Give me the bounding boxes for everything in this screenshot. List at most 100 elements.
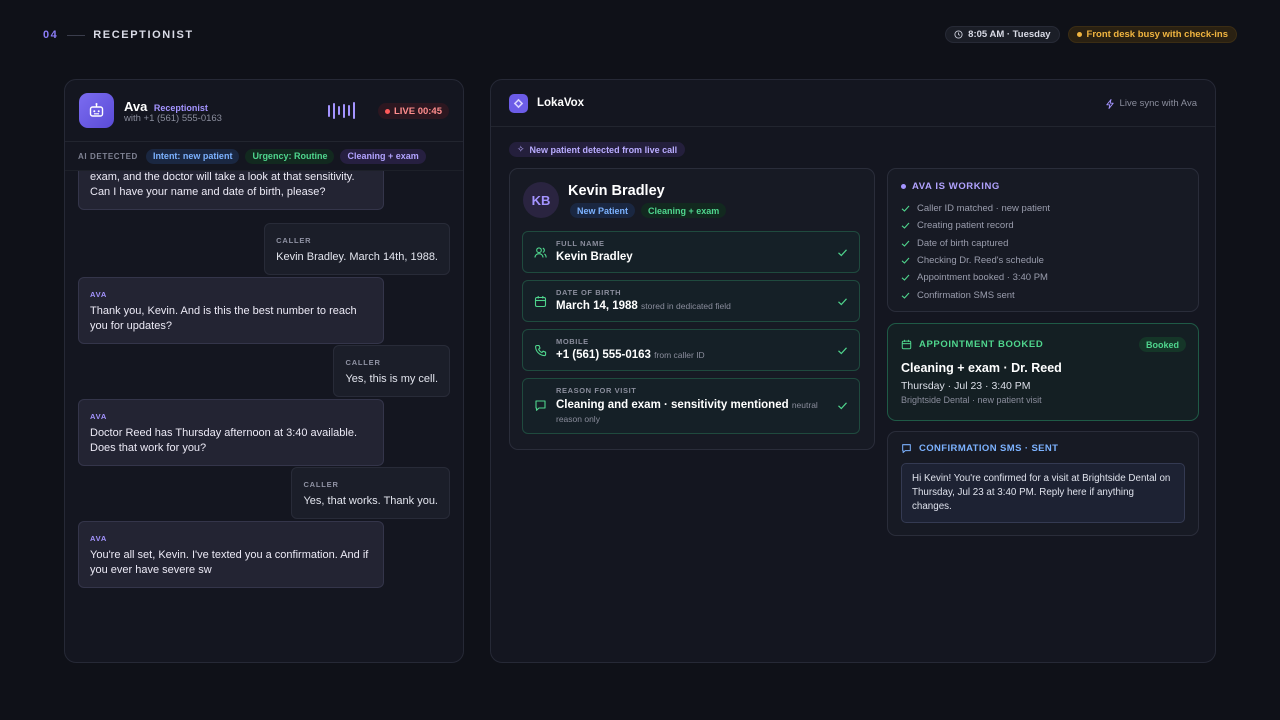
message-bubble-ava: AVA Doctor Reed has Thursday afternoon a… [78, 399, 384, 466]
call-transcript[interactable]: exam, and the doctor will take a look at… [65, 171, 463, 662]
sparkle-icon: ✧ [517, 144, 525, 154]
confirmation-sms-card: CONFIRMATION SMS · SENT Hi Kevin! You're… [887, 431, 1199, 536]
working-step: Confirmation SMS sent [901, 286, 1050, 303]
speaker-label: CALLER [276, 236, 312, 245]
working-title: AVA IS WORKING [901, 181, 1000, 192]
lokavox-logo-icon [509, 94, 528, 113]
caller-number: with +1 (561) 555-0163 [124, 113, 222, 124]
mobile-field[interactable]: MOBILE +1 (561) 555-0163 from caller ID [522, 329, 860, 371]
step-text: Checking Dr. Reed's schedule [917, 255, 1044, 267]
field-label: FULL NAME [556, 239, 605, 248]
step-text: Caller ID matched · new patient [917, 203, 1051, 215]
field-label: DATE OF BIRTH [556, 288, 622, 297]
message-text: Yes, that works. Thank you. [303, 495, 438, 507]
sms-title-text: CONFIRMATION SMS · SENT [919, 443, 1059, 454]
front-desk-status-label: Front desk busy with check-ins [1086, 29, 1228, 40]
reason-for-visit-field[interactable]: REASON FOR VISIT Cleaning and exam · sen… [522, 378, 860, 434]
patient-avatar: KB [523, 182, 559, 218]
mobile-value: +1 (561) 555-0163 [556, 349, 651, 361]
step-number: 04 [43, 29, 59, 41]
status-chips: 8:05 AM · Tuesday Front desk busy with c… [945, 26, 1237, 43]
step-text: Confirmation SMS sent [917, 289, 1015, 301]
new-patient-banner: ✧ New patient detected from live call [509, 142, 686, 157]
working-steps: Caller ID matched · new patient Creating… [901, 200, 1050, 304]
working-step: Creating patient record [901, 217, 1050, 234]
speaker-label: AVA [90, 290, 108, 299]
working-step: Appointment booked · 3:40 PM [901, 269, 1050, 286]
field-value: March 14, 1988 stored in dedicated field [556, 300, 731, 312]
new-patient-tag: New Patient [570, 203, 636, 218]
step-text: Creating patient record [917, 220, 1014, 232]
agent-name: Ava [124, 99, 148, 114]
live-dot-icon [384, 108, 390, 114]
message-bubble-ava: AVA You're all set, Kevin. I've texted y… [78, 521, 384, 588]
patient-name: Kevin Bradley [568, 183, 665, 199]
message-icon [535, 400, 546, 411]
visit-type-tag: Cleaning + exam [641, 203, 727, 218]
field-label: REASON FOR VISIT [556, 386, 637, 395]
full-name-value: Kevin Bradley [556, 251, 633, 263]
appointment-time: Thursday · Jul 23 · 3:40 PM [901, 380, 1031, 392]
working-step: Caller ID matched · new patient [901, 200, 1050, 217]
ai-detected-row: AI DETECTED Intent: new patient Urgency:… [65, 141, 463, 171]
speaker-label: AVA [90, 412, 108, 421]
check-icon [838, 402, 847, 410]
message-text: Yes, this is my cell. [345, 373, 438, 385]
audio-waveform-icon [328, 102, 355, 119]
live-call-badge: LIVE 00:45 [377, 103, 449, 119]
header-divider [67, 34, 86, 36]
dob-value: March 14, 1988 [556, 300, 638, 312]
reason-value: Cleaning and exam · sensitivity mentione… [556, 399, 789, 411]
check-icon [901, 223, 910, 230]
call-header: Ava Receptionist with +1 (561) 555-0163 … [79, 93, 449, 129]
appointment-card[interactable]: APPOINTMENT BOOKED Booked Cleaning + exa… [887, 323, 1199, 421]
live-sync-indicator: Live sync with Ava [1105, 98, 1197, 109]
status-dot-icon [1076, 32, 1082, 37]
field-label: MOBILE [556, 337, 589, 346]
call-panel: Ava Receptionist with +1 (561) 555-0163 … [64, 79, 464, 663]
step-title: RECEPTIONIST [93, 29, 194, 41]
app-name: LokaVox [537, 97, 585, 109]
check-icon [838, 298, 847, 306]
appointment-service: Cleaning + exam · Dr. Reed [901, 361, 1062, 375]
check-icon [838, 249, 847, 257]
speaker-label: CALLER [345, 358, 381, 367]
check-icon [901, 257, 910, 264]
appointment-title-text: APPOINTMENT BOOKED [919, 339, 1044, 350]
field-value: Kevin Bradley [556, 251, 633, 263]
chat-icon [902, 444, 911, 454]
ai-detected-label: AI DETECTED [78, 151, 138, 161]
field-value: Cleaning and exam · sensitivity mentione… [556, 398, 821, 426]
patient-record-card: KB Kevin Bradley New Patient Cleaning + … [509, 168, 875, 450]
ava-working-card: AVA IS WORKING Caller ID matched · new p… [887, 168, 1199, 312]
status-dot-icon [901, 184, 906, 189]
front-desk-status-chip: Front desk busy with check-ins [1067, 26, 1237, 43]
message-bubble-caller: CALLER Kevin Bradley. March 14th, 1988. [264, 223, 450, 275]
booked-badge: Booked [1138, 337, 1186, 352]
check-icon [901, 274, 910, 282]
slide-header: 04 RECEPTIONIST [43, 29, 194, 41]
full-name-field[interactable]: FULL NAME Kevin Bradley [522, 231, 860, 273]
message-text: You're all set, Kevin. I've texted you a… [90, 549, 369, 576]
appointment-title: APPOINTMENT BOOKED [901, 339, 1043, 350]
robot-avatar-icon [79, 93, 114, 128]
date-of-birth-field[interactable]: DATE OF BIRTH March 14, 1988 stored in d… [522, 280, 860, 322]
sms-title: CONFIRMATION SMS · SENT [901, 443, 1058, 454]
calendar-icon [901, 339, 912, 350]
field-note: from caller ID [654, 350, 705, 360]
message-text: Doctor Reed has Thursday afternoon at 3:… [90, 427, 358, 454]
user-icon [534, 247, 547, 258]
phone-icon [535, 344, 547, 357]
working-step: Checking Dr. Reed's schedule [901, 252, 1050, 269]
patient-tags: New Patient Cleaning + exam [570, 203, 727, 218]
service-tag: Cleaning + exam [340, 148, 426, 164]
message-bubble-caller: CALLER Yes, this is my cell. [333, 345, 450, 397]
agent-role: Receptionist [153, 103, 208, 113]
message-text: exam, and the doctor will take a look at… [90, 171, 355, 198]
calendar-icon [534, 296, 547, 308]
message-bubble-caller: CALLER Yes, that works. Thank you. [291, 467, 450, 519]
sms-message: Hi Kevin! You're confirmed for a visit a… [901, 463, 1185, 523]
speaker-label: AVA [90, 534, 108, 543]
field-note: stored in dedicated field [641, 301, 731, 311]
crm-panel: LokaVox Live sync with Ava ✧ New patient… [490, 79, 1216, 663]
